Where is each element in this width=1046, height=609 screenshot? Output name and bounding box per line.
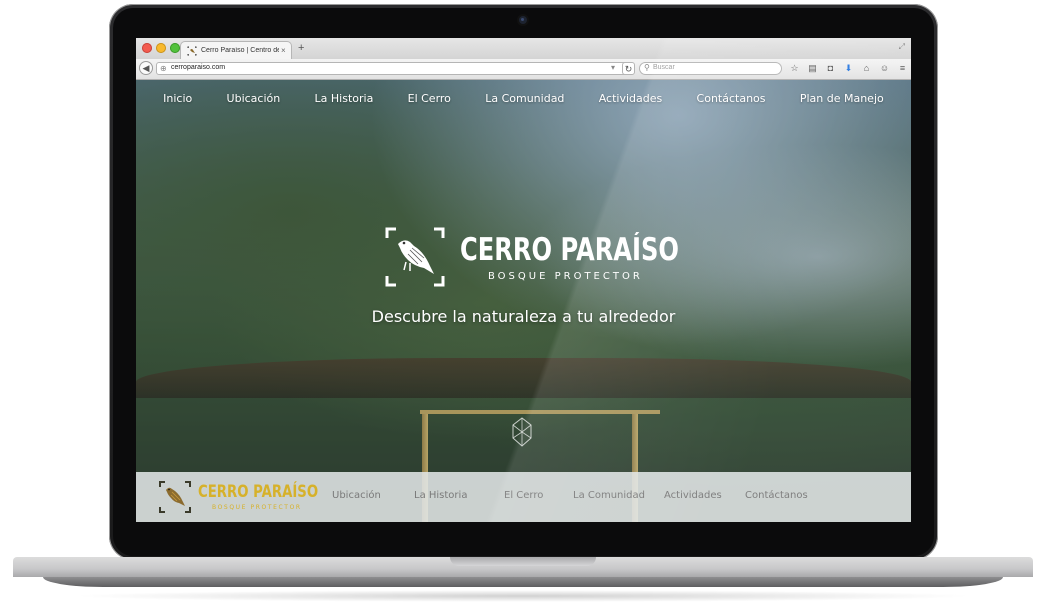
fullscreen-icon[interactable]: ⤢ — [899, 42, 905, 52]
web-page: Inicio Ubicación La Historia El Cerro La… — [136, 80, 911, 522]
nav-item-ubicacion[interactable]: Ubicación — [227, 92, 281, 105]
bird-logo-icon — [385, 227, 445, 287]
footer-nav-la-comunidad[interactable]: La Comunidad — [573, 490, 664, 501]
footer-nav-el-cerro[interactable]: El Cerro — [504, 490, 573, 501]
footer-nav-la-historia[interactable]: La Historia — [414, 490, 504, 501]
brand-title: CERRO PARAÍSO — [460, 232, 679, 268]
maximize-window-icon[interactable] — [170, 43, 180, 53]
bird-favicon-icon — [187, 46, 197, 55]
menu-icon[interactable]: ≡ — [896, 62, 909, 75]
brand-subtitle: BOSQUE PROTECTOR — [488, 271, 643, 282]
wooden-beam — [420, 410, 660, 414]
footer-nav-ubicacion[interactable]: Ubicación — [332, 490, 414, 501]
pergola-structure — [136, 358, 911, 398]
laptop-base-bottom — [43, 577, 1003, 587]
minimize-window-icon[interactable] — [156, 43, 166, 53]
pocket-icon[interactable]: ◘ — [824, 62, 837, 75]
tab-close-icon[interactable]: × — [281, 46, 286, 55]
nav-item-plan-de-manejo[interactable]: Plan de Manejo — [800, 92, 884, 105]
secondary-navigation-bar: CERRO PARAÍSO BOSQUE PROTECTOR Ubicación… — [136, 472, 911, 522]
footer-nav: Ubicación La Historia El Cerro La Comuni… — [332, 490, 815, 501]
laptop-screen: Cerro Paraíso | Centro de ... × + ⤢ ◀ ⊕ … — [136, 38, 911, 522]
webcam-icon — [519, 16, 527, 24]
close-window-icon[interactable] — [142, 43, 152, 53]
nav-item-la-historia[interactable]: La Historia — [315, 92, 374, 105]
browser-tab-bar: Cerro Paraíso | Centro de ... × + ⤢ — [136, 38, 911, 59]
search-placeholder: Buscar — [653, 64, 675, 71]
footer-nav-actividades[interactable]: Actividades — [664, 490, 745, 501]
reload-button[interactable]: ↻ — [622, 62, 635, 75]
nav-item-el-cerro[interactable]: El Cerro — [408, 92, 451, 105]
hero-background — [136, 80, 911, 522]
browser-nav-bar: ◀ ⊕ cerroparaiso.com ▾ ↻ ⚲ Buscar ☆ ▤ ◘ … — [136, 59, 911, 80]
laptop-notch — [450, 557, 596, 566]
main-navigation: Inicio Ubicación La Historia El Cerro La… — [136, 92, 911, 105]
footer-brand-subtitle: BOSQUE PROTECTOR — [212, 504, 302, 511]
laptop-base — [13, 557, 1033, 591]
hero-tagline: Descubre la naturaleza a tu alrededor — [371, 307, 676, 326]
nav-item-la-comunidad[interactable]: La Comunidad — [485, 92, 564, 105]
home-icon[interactable]: ⌂ — [860, 62, 873, 75]
address-bar[interactable]: ⊕ cerroparaiso.com ▾ — [156, 62, 634, 75]
laptop-shadow — [70, 590, 976, 602]
hero-logo: CERRO PARAÍSO BOSQUE PROTECTOR — [384, 226, 679, 288]
browser-tab[interactable]: Cerro Paraíso | Centro de ... × — [180, 41, 292, 59]
chat-icon[interactable]: ☺ — [878, 62, 891, 75]
leaf-emblem-icon — [512, 417, 532, 447]
history-dropdown-icon[interactable]: ▾ — [611, 63, 615, 72]
new-tab-button[interactable]: + — [298, 42, 304, 54]
reading-list-icon[interactable]: ▤ — [806, 62, 819, 75]
download-icon[interactable]: ⬇ — [842, 62, 855, 75]
toolbar-icons: ☆ ▤ ◘ ⬇ ⌂ ☺ ≡ — [788, 62, 909, 75]
footer-brand-title: CERRO PARAÍSO — [198, 482, 319, 502]
back-button[interactable]: ◀ — [139, 61, 153, 75]
search-input[interactable]: ⚲ Buscar — [639, 62, 782, 75]
nav-item-inicio[interactable]: Inicio — [163, 92, 192, 105]
bird-logo-icon — [159, 481, 191, 513]
footer-nav-contactanos[interactable]: Contáctanos — [745, 490, 815, 501]
tab-title: Cerro Paraíso | Centro de ... — [201, 47, 279, 54]
bookmark-star-icon[interactable]: ☆ — [788, 62, 801, 75]
footer-logo[interactable]: CERRO PARAÍSO BOSQUE PROTECTOR — [158, 480, 318, 516]
search-icon: ⚲ — [644, 63, 650, 72]
site-info-icon[interactable]: ⊕ — [160, 64, 167, 73]
nav-item-actividades[interactable]: Actividades — [599, 92, 663, 105]
nav-item-contactanos[interactable]: Contáctanos — [697, 92, 766, 105]
url-text: cerroparaiso.com — [171, 64, 226, 71]
